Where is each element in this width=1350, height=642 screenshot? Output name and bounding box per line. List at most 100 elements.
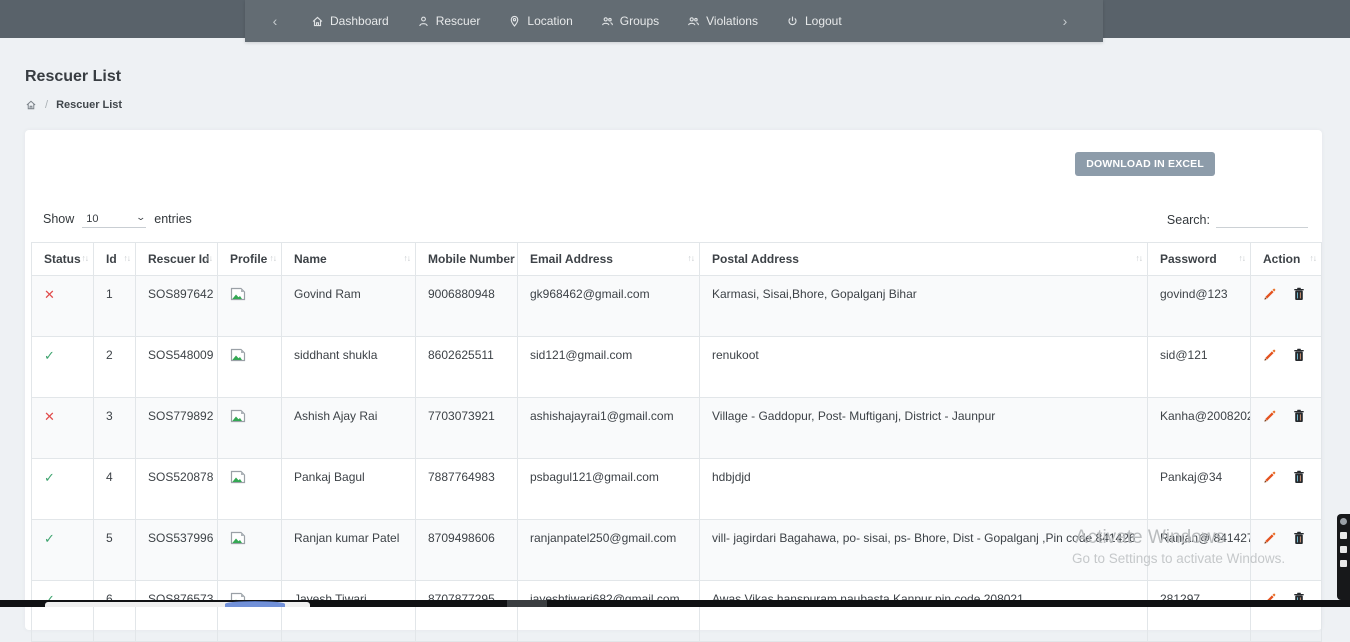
- column-header-name[interactable]: Name↑↓: [282, 243, 416, 276]
- column-header-rescuer-id[interactable]: Rescuer Id↑↓: [136, 243, 218, 276]
- nav-item-location[interactable]: Location: [508, 14, 572, 28]
- nav-scroll-left-chevron-icon[interactable]: ‹: [245, 13, 305, 29]
- table-row: ✕3SOS779892Ashish Ajay Rai7703073921ashi…: [32, 398, 1322, 459]
- broken-image-icon: [230, 409, 246, 423]
- column-header-password[interactable]: Password↑↓: [1148, 243, 1251, 276]
- breadcrumb-current: Rescuer List: [56, 99, 122, 111]
- table-row: ✓5SOS537996Ranjan kumar Patel8709498606r…: [32, 520, 1322, 581]
- rescuer-id-cell: SOS897642: [136, 276, 218, 337]
- action-cell: [1251, 520, 1322, 581]
- table-row: ✓2SOS548009siddhant shukla8602625511sid1…: [32, 337, 1322, 398]
- sort-arrows-icon: ↑↓: [688, 253, 695, 263]
- nav-item-logout[interactable]: Logout: [786, 14, 842, 28]
- nav-item-groups[interactable]: Groups: [601, 14, 659, 28]
- nav-item-label: Dashboard: [330, 14, 389, 28]
- nav-item-violations[interactable]: Violations: [687, 14, 758, 28]
- column-header-profile[interactable]: Profile↑↓: [218, 243, 282, 276]
- person-icon: [417, 15, 430, 28]
- search-label: Search:: [1167, 213, 1210, 227]
- postal-address-cell: vill- jagirdari Bagahawa, po- sisai, ps-…: [700, 520, 1148, 581]
- name-cell: Jayesh Tiwari: [282, 581, 416, 642]
- nav-scroll-right-chevron-icon[interactable]: ›: [1035, 13, 1095, 29]
- delete-button[interactable]: [1293, 409, 1305, 426]
- profile-cell: [218, 581, 282, 642]
- profile-cell: [218, 398, 282, 459]
- search-control: Search:: [1167, 211, 1308, 228]
- profile-cell: [218, 337, 282, 398]
- broken-image-icon: [230, 287, 246, 301]
- broken-image-icon: [230, 470, 246, 484]
- rescuer-list-card: DOWNLOAD IN EXCEL Show 10 ⌄ entries Sear…: [25, 130, 1322, 630]
- rescuer-id-cell: SOS779892: [136, 398, 218, 459]
- widget-tile-icon: [1340, 532, 1347, 539]
- people-icon: [601, 15, 614, 28]
- edit-button[interactable]: [1263, 349, 1276, 365]
- name-cell: Ashish Ajay Rai: [282, 398, 416, 459]
- column-header-action[interactable]: Action↑↓: [1251, 243, 1322, 276]
- status-inactive-icon: ✕: [44, 287, 55, 302]
- home-icon: [311, 15, 324, 28]
- column-header-postal-address[interactable]: Postal Address↑↓: [700, 243, 1148, 276]
- edit-pencil-icon: [1263, 471, 1276, 484]
- sort-arrows-icon: ↑↓: [404, 253, 411, 263]
- broken-image-icon: [230, 348, 246, 362]
- status-active-icon: ✓: [44, 348, 55, 363]
- delete-button[interactable]: [1293, 470, 1305, 487]
- password-cell: sid@121: [1148, 337, 1251, 398]
- download-in-excel-button[interactable]: DOWNLOAD IN EXCEL: [1075, 152, 1215, 176]
- postal-address-cell: Awas Vikas hanspuram naubasta Kanpur pin…: [700, 581, 1148, 642]
- password-cell: Kanha@20082023: [1148, 398, 1251, 459]
- page-size-select[interactable]: 10 ⌄: [82, 210, 146, 228]
- edit-button[interactable]: [1263, 410, 1276, 426]
- nav-item-dashboard[interactable]: Dashboard: [311, 14, 389, 28]
- mobile-number-cell: 8707877295: [416, 581, 518, 642]
- delete-button[interactable]: [1293, 531, 1305, 548]
- edit-button[interactable]: [1263, 471, 1276, 487]
- taskbar-search-icon: [225, 601, 285, 607]
- edit-button[interactable]: [1263, 288, 1276, 304]
- delete-trash-icon: [1293, 348, 1305, 362]
- edit-pencil-icon: [1263, 532, 1276, 545]
- power-icon: [786, 15, 799, 28]
- postal-address-cell: hdbjdjd: [700, 459, 1148, 520]
- entries-label: entries: [154, 212, 192, 226]
- table-row: ✕1SOS897642Govind Ram9006880948gk968462@…: [32, 276, 1322, 337]
- edge-panel-widget[interactable]: [1337, 514, 1350, 600]
- sort-arrows-icon: ↑↓: [1239, 253, 1246, 263]
- delete-button[interactable]: [1293, 287, 1305, 304]
- column-header-email-address[interactable]: Email Address↑↓: [518, 243, 700, 276]
- nav-item-label: Violations: [706, 14, 758, 28]
- edit-pencil-icon: [1263, 288, 1276, 301]
- column-header-mobile-number[interactable]: Mobile Number↑↓: [416, 243, 518, 276]
- home-icon[interactable]: [25, 99, 37, 111]
- id-cell: 3: [94, 398, 136, 459]
- email-cell: sid121@gmail.com: [518, 337, 700, 398]
- email-cell: ashishajayrai1@gmail.com: [518, 398, 700, 459]
- action-cell: [1251, 581, 1322, 642]
- column-header-id[interactable]: Id↑↓: [94, 243, 136, 276]
- search-input[interactable]: [1216, 211, 1308, 228]
- id-cell: 5: [94, 520, 136, 581]
- people-alert-icon: [687, 15, 700, 28]
- email-cell: jayeshtiwari682@gmail.com: [518, 581, 700, 642]
- delete-trash-icon: [1293, 531, 1305, 545]
- sort-arrows-icon: ↑↓: [206, 253, 213, 263]
- action-cell: [1251, 276, 1322, 337]
- taskbar-app-icon[interactable]: [507, 600, 547, 607]
- widget-gear-icon: [1340, 518, 1347, 525]
- name-cell: Ranjan kumar Patel: [282, 520, 416, 581]
- page-title: Rescuer List: [25, 68, 121, 86]
- nav-item-rescuer[interactable]: Rescuer: [417, 14, 481, 28]
- mobile-number-cell: 8709498606: [416, 520, 518, 581]
- page-size-value: 10: [82, 213, 98, 225]
- edit-button[interactable]: [1263, 532, 1276, 548]
- name-cell: siddhant shukla: [282, 337, 416, 398]
- delete-trash-icon: [1293, 470, 1305, 484]
- column-header-status[interactable]: Status↑↓: [32, 243, 94, 276]
- delete-button[interactable]: [1293, 348, 1305, 365]
- mobile-number-cell: 8602625511: [416, 337, 518, 398]
- mobile-number-cell: 9006880948: [416, 276, 518, 337]
- windows-taskbar[interactable]: [0, 600, 1350, 607]
- sort-arrows-icon: ↑↓: [1136, 253, 1143, 263]
- email-cell: psbagul121@gmail.com: [518, 459, 700, 520]
